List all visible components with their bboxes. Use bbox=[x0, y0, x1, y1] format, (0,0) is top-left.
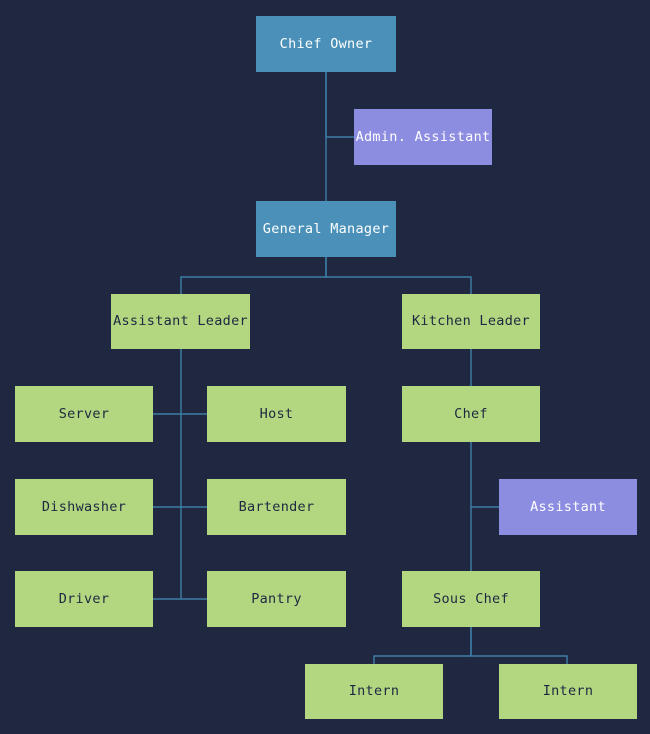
node-label: Intern bbox=[542, 683, 594, 700]
node-label: Bartender bbox=[238, 498, 315, 515]
node-intern_right[interactable]: Intern bbox=[499, 664, 637, 719]
node-chief_owner[interactable]: Chief Owner bbox=[256, 16, 396, 72]
node-pantry[interactable]: Pantry bbox=[207, 571, 346, 627]
node-server[interactable]: Server bbox=[15, 386, 153, 442]
node-kitchen_leader[interactable]: Kitchen Leader bbox=[402, 294, 540, 349]
node-assistant_leader[interactable]: Assistant Leader bbox=[111, 294, 250, 349]
node-label: Admin. Assistant bbox=[355, 128, 491, 145]
node-label: Sous Chef bbox=[433, 590, 509, 607]
edge-general_manager-to-assistant_leader bbox=[180, 257, 327, 294]
node-label: Assistant bbox=[530, 498, 606, 515]
node-label: Chief Owner bbox=[279, 35, 373, 52]
edge-sous_chef-to-intern_left bbox=[373, 627, 472, 664]
node-label: Kitchen Leader bbox=[412, 313, 530, 330]
node-assistant[interactable]: Assistant bbox=[499, 479, 637, 535]
node-label: Dishwasher bbox=[41, 498, 127, 515]
node-general_manager[interactable]: General Manager bbox=[256, 201, 396, 257]
node-label: Pantry bbox=[251, 590, 302, 607]
node-label: Intern bbox=[348, 683, 400, 700]
node-intern_left[interactable]: Intern bbox=[305, 664, 443, 719]
node-label: Server bbox=[58, 405, 110, 422]
node-chef[interactable]: Chef bbox=[402, 386, 540, 442]
node-bartender[interactable]: Bartender bbox=[207, 479, 346, 535]
node-label: Chef bbox=[454, 405, 488, 422]
node-label: Host bbox=[259, 405, 294, 422]
edge-sous_chef-to-intern_right bbox=[470, 627, 568, 664]
node-host[interactable]: Host bbox=[207, 386, 346, 442]
edge-general_manager-to-kitchen_leader bbox=[325, 257, 472, 294]
node-label: Assistant Leader bbox=[113, 313, 248, 330]
node-dishwasher[interactable]: Dishwasher bbox=[15, 479, 153, 535]
edge-chief_owner-to-admin_assistant bbox=[325, 72, 354, 138]
org-chart: Chief Owner Admin. Assistant General Manag… bbox=[0, 0, 650, 734]
node-sous_chef[interactable]: Sous Chef bbox=[402, 571, 540, 627]
node-driver[interactable]: Driver bbox=[15, 571, 153, 627]
node-admin_assistant[interactable]: Admin. Assistant bbox=[354, 109, 492, 165]
node-label: Driver bbox=[58, 590, 110, 607]
node-label: General Manager bbox=[262, 220, 390, 237]
